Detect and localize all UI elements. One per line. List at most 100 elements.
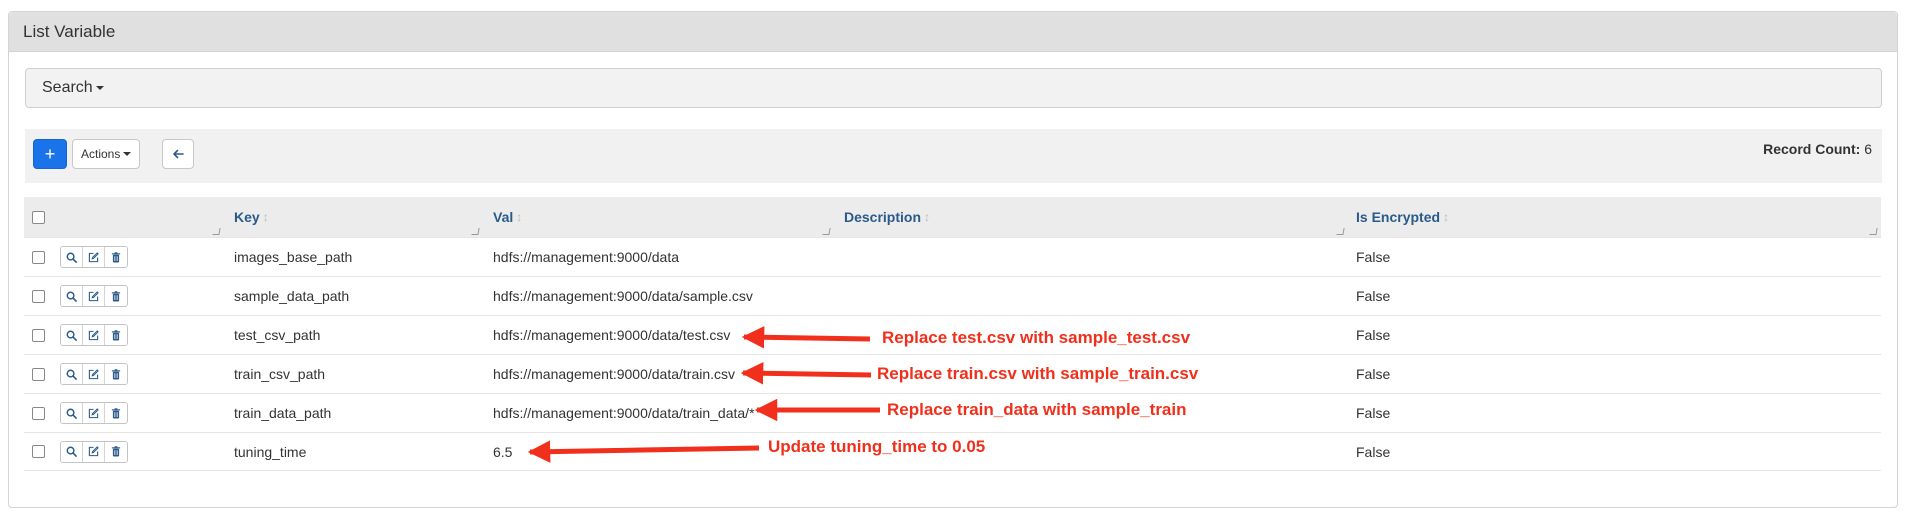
- column-resize-handle[interactable]: [1869, 228, 1878, 235]
- delete-button[interactable]: [105, 441, 127, 462]
- row-select-cell: [24, 367, 54, 381]
- header-actions-cell: [54, 197, 224, 237]
- cell-val: hdfs://management:9000/data/train.csv: [493, 366, 736, 382]
- edit-icon: [88, 251, 99, 262]
- view-button[interactable]: [61, 364, 83, 384]
- row-checkbox[interactable]: [32, 445, 45, 458]
- row-checkbox[interactable]: [32, 406, 45, 420]
- edit-icon: [88, 290, 99, 301]
- header-select-all-cell: [24, 197, 54, 237]
- sort-icon: ↕: [924, 210, 931, 224]
- cell-key: test_csv_path: [234, 327, 321, 343]
- toolbar: + Actions Record Count: 6: [25, 129, 1882, 183]
- annotation-text: Update tuning_time to 0.05: [768, 437, 986, 456]
- search-icon: [66, 252, 77, 263]
- edit-button[interactable]: [83, 403, 105, 423]
- caret-down-icon: [123, 152, 132, 156]
- view-button[interactable]: [61, 403, 83, 423]
- cell-is-encrypted: False: [1356, 327, 1391, 343]
- row-action-buttons: [60, 363, 128, 385]
- column-header-key[interactable]: Key ↕: [224, 197, 483, 237]
- cell-val: hdfs://management:9000/data: [493, 249, 680, 265]
- sort-icon: ↕: [1443, 210, 1450, 224]
- view-button[interactable]: [61, 325, 83, 345]
- caret-down-icon: [95, 86, 104, 90]
- sort-icon: ↕: [262, 210, 269, 224]
- cell-key: images_base_path: [234, 249, 353, 265]
- column-header-description[interactable]: Description ↕: [834, 197, 1348, 237]
- column-resize-handle[interactable]: [822, 228, 831, 235]
- table-row: sample_data_path hdfs://management:9000/…: [24, 276, 1881, 315]
- column-resize-handle[interactable]: [212, 228, 221, 235]
- delete-button[interactable]: [105, 286, 127, 306]
- row-action-buttons: [60, 285, 128, 307]
- row-select-cell: [24, 289, 54, 303]
- search-dropdown[interactable]: Search: [25, 68, 1882, 108]
- trash-icon: [111, 329, 121, 340]
- record-count-value: 6: [1864, 141, 1872, 157]
- row-checkbox[interactable]: [32, 289, 45, 303]
- view-button[interactable]: [61, 247, 83, 267]
- record-count: Record Count: 6: [1763, 141, 1872, 157]
- cell-is-encrypted: False: [1356, 405, 1391, 421]
- row-actions-cell: [54, 402, 224, 424]
- trash-icon: [111, 251, 121, 262]
- row-actions-cell: [54, 440, 224, 463]
- trash-icon: [111, 290, 121, 301]
- row-checkbox[interactable]: [32, 328, 45, 342]
- edit-button[interactable]: [83, 441, 105, 462]
- cell-val: hdfs://management:9000/data/train_data/*: [493, 405, 755, 421]
- row-select-cell: [24, 406, 54, 420]
- trash-icon: [111, 446, 121, 457]
- view-button[interactable]: [61, 286, 83, 306]
- delete-button[interactable]: [105, 364, 127, 384]
- cell-key: sample_data_path: [234, 288, 350, 304]
- table-body: images_base_path hdfs://management:9000/…: [24, 237, 1881, 471]
- add-button[interactable]: +: [33, 139, 67, 169]
- edit-button[interactable]: [83, 286, 105, 306]
- record-count-label: Record Count:: [1763, 141, 1861, 157]
- trash-icon: [111, 407, 121, 418]
- delete-button[interactable]: [105, 403, 127, 423]
- cell-is-encrypted: False: [1356, 443, 1391, 460]
- edit-icon: [88, 407, 99, 418]
- cell-key: train_data_path: [234, 405, 332, 421]
- row-action-buttons: [60, 402, 128, 424]
- delete-button[interactable]: [105, 325, 127, 345]
- row-action-buttons: [60, 246, 128, 268]
- row-actions-cell: [54, 285, 224, 307]
- edit-icon: [88, 368, 99, 379]
- row-action-buttons: [60, 324, 128, 346]
- column-header-is-encrypted[interactable]: Is Encrypted ↕: [1348, 197, 1881, 237]
- row-actions-cell: [54, 363, 224, 385]
- back-button[interactable]: [162, 139, 194, 169]
- edit-button[interactable]: [83, 364, 105, 384]
- actions-label: Actions: [81, 147, 121, 161]
- search-label: Search: [42, 79, 93, 96]
- column-resize-handle[interactable]: [471, 228, 480, 235]
- annotation-text: Replace test.csv with sample_test.csv: [882, 328, 1191, 347]
- cell-val: hdfs://management:9000/data/sample.csv: [493, 288, 753, 304]
- edit-icon: [88, 446, 99, 457]
- sort-icon: ↕: [516, 210, 523, 224]
- annotation-text: Replace train.csv with sample_train.csv: [877, 364, 1199, 383]
- edit-button[interactable]: [83, 247, 105, 267]
- annotation-text: Replace train_data with sample_train: [887, 400, 1187, 419]
- delete-button[interactable]: [105, 247, 127, 267]
- edit-button[interactable]: [83, 325, 105, 345]
- actions-button[interactable]: Actions: [72, 139, 141, 169]
- column-header-val[interactable]: Val ↕: [483, 197, 834, 237]
- row-checkbox[interactable]: [32, 367, 45, 381]
- trash-icon: [111, 368, 121, 379]
- search-icon: [66, 369, 77, 380]
- select-all-checkbox[interactable]: [32, 210, 45, 224]
- view-button[interactable]: [61, 441, 83, 462]
- column-header-description-label: Description: [844, 209, 922, 225]
- row-action-buttons: [60, 440, 128, 463]
- column-header-val-label: Val: [493, 209, 514, 225]
- row-select-cell: [24, 328, 54, 342]
- cell-is-encrypted: False: [1356, 288, 1391, 304]
- panel-title: List Variable: [9, 12, 1897, 52]
- row-checkbox[interactable]: [32, 250, 45, 264]
- column-resize-handle[interactable]: [1336, 228, 1345, 235]
